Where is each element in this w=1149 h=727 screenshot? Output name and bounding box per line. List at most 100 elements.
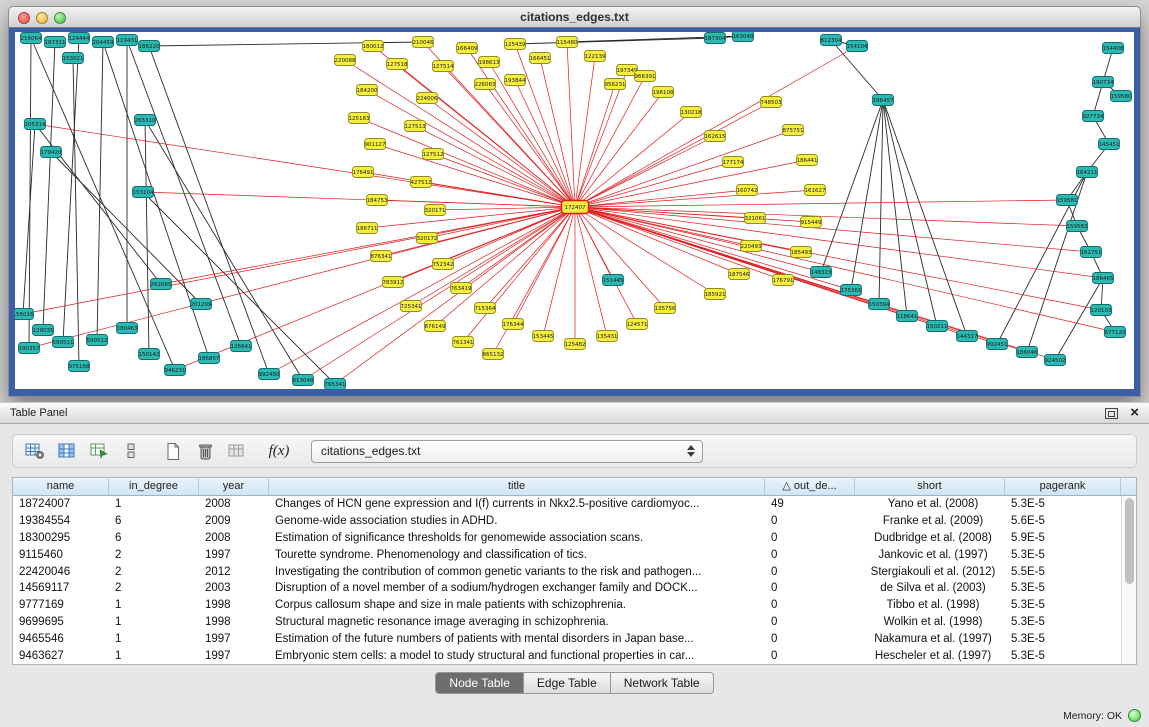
table-row[interactable]: 1938455462009Genome-wide association stu… <box>13 513 1121 530</box>
table-panel-header: Table Panel × <box>0 402 1149 424</box>
svg-text:226083: 226083 <box>475 82 496 88</box>
show-columns-icon[interactable] <box>53 438 81 464</box>
table-selector-combobox[interactable]: citations_edges.txt <box>311 440 703 463</box>
svg-text:166409: 166409 <box>457 46 478 52</box>
network-view-frame: 2160641873111294442044591194311530211862… <box>8 28 1141 397</box>
function-builder-icon[interactable]: f(x) <box>265 438 293 464</box>
table-cell: Changes of HCN gene expression and I(f) … <box>269 496 765 513</box>
table-cell: 6 <box>109 530 199 547</box>
table-row[interactable]: 1830029562008Estimation of significance … <box>13 530 1121 547</box>
svg-text:812304: 812304 <box>821 38 842 44</box>
network-canvas[interactable]: 2160641873111294442044591194311530211862… <box>15 32 1134 389</box>
svg-text:763419: 763419 <box>451 286 472 292</box>
table-row[interactable]: 2242004622012Investigating the contribut… <box>13 564 1121 581</box>
zoom-window-button[interactable] <box>54 12 66 24</box>
table-cell: 1998 <box>199 597 269 614</box>
table-row[interactable]: 946362711997Embryonic stem cells: a mode… <box>13 648 1121 664</box>
svg-text:162615: 162615 <box>705 134 726 140</box>
svg-text:127513: 127513 <box>405 124 426 130</box>
svg-text:748503: 748503 <box>761 100 782 106</box>
tab-edge-table[interactable]: Edge Table <box>523 673 610 693</box>
svg-text:150394: 150394 <box>869 302 890 308</box>
table-header-row: namein_degreeyeartitle△ out_de...shortpa… <box>13 478 1136 496</box>
column-header-name[interactable]: name <box>13 478 109 495</box>
table-cell: 6 <box>109 513 199 530</box>
table-row[interactable]: 911546021997Tourette syndrome. Phenomeno… <box>13 547 1121 564</box>
svg-text:186857: 186857 <box>199 356 220 362</box>
svg-text:153021: 153021 <box>63 56 84 62</box>
column-header-out_de[interactable]: △ out_de... <box>765 478 855 495</box>
table-panel-body: f(x) citations_edges.txt namein_degreeye… <box>0 426 1149 727</box>
svg-text:176344: 176344 <box>503 322 524 328</box>
svg-text:162751: 162751 <box>1081 250 1102 256</box>
import-table-icon[interactable] <box>223 438 251 464</box>
minimize-window-button[interactable] <box>36 12 48 24</box>
svg-text:172407: 172407 <box>565 205 586 211</box>
column-header-short[interactable]: short <box>855 478 1005 495</box>
svg-text:924502: 924502 <box>1045 358 1066 364</box>
table-cell: 5.3E-5 <box>1005 597 1121 614</box>
fx-label: f(x) <box>269 443 290 460</box>
table-cell: 49 <box>765 496 855 513</box>
table-cell: Estimation of the future numbers of pati… <box>269 631 765 648</box>
float-panel-icon[interactable] <box>1105 408 1118 419</box>
svg-text:204459: 204459 <box>93 40 114 46</box>
svg-text:590511: 590511 <box>53 340 74 346</box>
table-cell: 19384554 <box>13 513 109 530</box>
column-header-year[interactable]: year <box>199 478 269 495</box>
svg-text:876149: 876149 <box>425 324 446 330</box>
svg-text:901127: 901127 <box>365 142 386 148</box>
column-header-pagerank[interactable]: pagerank <box>1005 478 1121 495</box>
vertical-scrollbar[interactable] <box>1121 496 1136 664</box>
table-cell: Stergiakouli et al. (2012) <box>855 564 1005 581</box>
table-panel-title: Table Panel <box>10 407 68 419</box>
table-row[interactable]: 977716911998Corpus callosum shape and si… <box>13 597 1121 614</box>
node-table: namein_degreeyeartitle△ out_de...shortpa… <box>12 477 1137 665</box>
tab-network-table[interactable]: Network Table <box>610 673 713 693</box>
close-panel-icon[interactable]: × <box>1130 407 1139 419</box>
table-cell: 5.3E-5 <box>1005 631 1121 648</box>
svg-text:125439: 125439 <box>505 42 526 48</box>
svg-text:176791: 176791 <box>773 278 794 284</box>
svg-text:185921: 185921 <box>705 292 726 298</box>
table-settings-icon[interactable] <box>21 438 49 464</box>
svg-text:184200: 184200 <box>357 88 378 94</box>
table-cell: 5.6E-5 <box>1005 513 1121 530</box>
select-table-mode-icon[interactable] <box>85 438 113 464</box>
table-cell: 5.3E-5 <box>1005 648 1121 664</box>
close-window-button[interactable] <box>18 12 30 24</box>
svg-text:151445: 151445 <box>603 278 624 284</box>
table-row[interactable]: 969969511998Structural magnetic resonanc… <box>13 614 1121 631</box>
svg-text:135756: 135756 <box>655 306 676 312</box>
table-cell: Genome-wide association studies in ADHD. <box>269 513 765 530</box>
svg-text:164211: 164211 <box>1077 170 1098 176</box>
svg-text:184753: 184753 <box>367 198 388 204</box>
table-row[interactable]: 1872400712008Changes of HCN gene express… <box>13 496 1121 513</box>
column-header-in_degree[interactable]: in_degree <box>109 478 199 495</box>
row-height-icon[interactable] <box>117 438 145 464</box>
table-row[interactable]: 946554611997Estimation of the future num… <box>13 631 1121 648</box>
svg-text:725341: 725341 <box>401 304 422 310</box>
table-cell: Hescheler et al. (1997) <box>855 648 1005 664</box>
table-cell: 1997 <box>199 631 269 648</box>
table-body: 1872400712008Changes of HCN gene express… <box>13 496 1121 664</box>
svg-text:154408: 154408 <box>1103 46 1124 52</box>
window-titlebar[interactable]: citations_edges.txt <box>8 6 1141 28</box>
svg-text:176491: 176491 <box>353 170 374 176</box>
svg-text:224006: 224006 <box>417 96 438 102</box>
svg-text:190734: 190734 <box>1093 80 1114 86</box>
column-header-title[interactable]: title <box>269 478 765 495</box>
svg-text:118641: 118641 <box>897 314 918 320</box>
svg-text:715364: 715364 <box>475 306 496 312</box>
table-cell: 2008 <box>199 530 269 547</box>
scrollbar-thumb[interactable] <box>1125 498 1134 584</box>
citation-network-graph[interactable]: 2160641873111294442044591194311530211862… <box>15 32 1134 389</box>
tab-node-table[interactable]: Node Table <box>436 673 523 693</box>
svg-text:135431: 135431 <box>597 334 618 340</box>
delete-table-icon[interactable] <box>191 438 219 464</box>
svg-text:185493: 185493 <box>791 250 812 256</box>
table-cell: 2 <box>109 564 199 581</box>
table-row[interactable]: 1456911722003Disruption of a novel membe… <box>13 580 1121 597</box>
new-file-icon[interactable] <box>159 438 187 464</box>
table-cell: Structural magnetic resonance image aver… <box>269 614 765 631</box>
